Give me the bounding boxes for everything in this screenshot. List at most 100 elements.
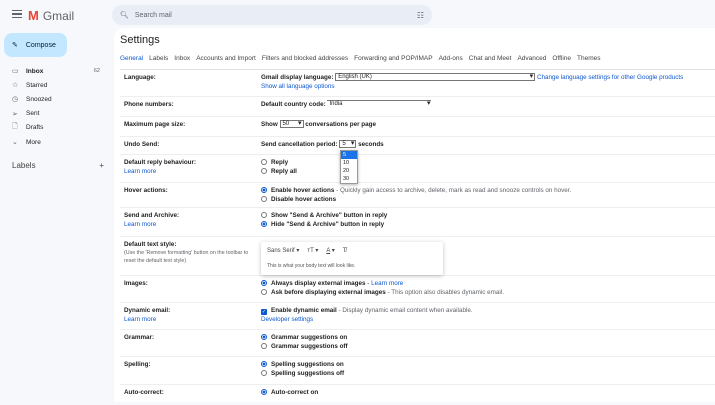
undo-prefix: Send cancellation period:	[261, 141, 338, 148]
tab-accounts[interactable]: Accounts and Import	[196, 55, 256, 62]
undo-period-select[interactable]: 5	[339, 140, 357, 149]
reply-radio[interactable]	[261, 159, 267, 165]
send-icon: ➢	[12, 110, 18, 118]
labels-section: Labels +	[12, 161, 104, 170]
ask-before-description: - This option also disables dynamic emai…	[385, 289, 504, 296]
nav-label: Sent	[26, 110, 40, 118]
settings-rows: Language: Gmail display language: Englis…	[120, 70, 715, 405]
nav-label: More	[26, 138, 41, 146]
dynamic-email-checkbox[interactable]: ✓	[261, 309, 267, 315]
setting-text-style: Default text style: (Use the 'Remove form…	[120, 237, 715, 276]
compose-button[interactable]: ✎ Compose	[4, 33, 67, 57]
grammar-on-option: Grammar suggestions on	[271, 334, 348, 341]
sidebar-item-snoozed[interactable]: ◷ Snoozed	[0, 92, 112, 106]
tab-filters[interactable]: Filters and blocked addresses	[262, 55, 348, 62]
setting-label: Undo Send:	[124, 141, 160, 148]
spelling-on-radio[interactable]	[261, 361, 267, 367]
dropdown-option[interactable]: 10	[341, 159, 357, 167]
autocorrect-on-radio[interactable]	[261, 389, 267, 395]
spelling-off-radio[interactable]	[261, 370, 267, 376]
tab-labels[interactable]: Labels	[149, 55, 168, 62]
nav-label: Inbox	[26, 67, 44, 75]
language-prefix: Gmail display language:	[261, 74, 334, 81]
hover-description: - Quickly gain access to archive, delete…	[334, 187, 572, 194]
page-size-select[interactable]: 50	[279, 120, 304, 129]
dropdown-option[interactable]: 20	[341, 167, 357, 175]
text-preview: This is what your body text will look li…	[267, 263, 356, 269]
disable-hover-radio[interactable]	[261, 196, 267, 202]
show-send-archive-option: Show "Send & Archive" button in reply	[271, 212, 388, 219]
always-display-option: Always display external images	[271, 280, 366, 287]
always-display-radio[interactable]	[261, 280, 267, 286]
sidebar-item-drafts[interactable]: 🗋︎ Drafts	[0, 121, 112, 135]
remove-formatting-icon[interactable]: T̸	[343, 247, 347, 256]
setting-label: Phone numbers:	[124, 101, 174, 108]
main-menu-icon[interactable]	[12, 10, 22, 20]
learn-more-link[interactable]: Learn more	[124, 316, 156, 323]
search-options-icon[interactable]: ☷	[417, 11, 424, 20]
dropdown-option[interactable]: 5	[341, 151, 357, 159]
font-select[interactable]: Sans Serif ▾	[267, 247, 299, 256]
phone-prefix: Default country code:	[261, 101, 326, 108]
sidebar-item-inbox[interactable]: ▭ Inbox 62	[0, 64, 112, 78]
add-label-button[interactable]: +	[99, 161, 104, 170]
tab-offline[interactable]: Offline	[552, 55, 571, 62]
nav-label: Snoozed	[26, 95, 52, 103]
page-size-suffix: conversations per page	[305, 121, 376, 128]
grammar-off-option: Grammar suggestions off	[271, 343, 348, 350]
chevron-down-icon: ⌄	[12, 139, 18, 147]
text-color-select[interactable]: A ▾	[326, 247, 334, 256]
sidebar-item-more[interactable]: ⌄ More	[0, 135, 112, 149]
show-send-archive-radio[interactable]	[261, 212, 267, 218]
setting-send-archive: Send and Archive: Learn more Show "Send &…	[120, 208, 715, 237]
setting-label: Hover actions:	[124, 187, 168, 194]
tab-general[interactable]: General	[120, 55, 143, 62]
enable-hover-option: Enable hover actions	[271, 187, 335, 194]
setting-grammar: Grammar: Grammar suggestions on Grammar s…	[120, 330, 715, 357]
setting-label: Default text style:	[124, 241, 177, 248]
search-input[interactable]: 🔍︎ Search mail ☷	[112, 5, 432, 25]
sidebar-item-sent[interactable]: ➢ Sent	[0, 107, 112, 121]
font-size-icon: тT	[307, 248, 314, 254]
hide-send-archive-radio[interactable]	[261, 221, 267, 227]
enable-hover-radio[interactable]	[261, 187, 267, 193]
change-language-link[interactable]: Change language settings for other Googl…	[537, 74, 683, 81]
grammar-on-radio[interactable]	[261, 334, 267, 340]
tab-addons[interactable]: Add-ons	[439, 55, 463, 62]
setting-autocorrect: Auto-correct: Auto-correct on	[120, 385, 715, 405]
learn-more-link[interactable]: Learn more	[124, 221, 156, 228]
tab-forwarding[interactable]: Forwarding and POP/IMAP	[354, 55, 432, 62]
learn-more-link[interactable]: Learn more	[124, 168, 156, 175]
font-size-select[interactable]: тT ▾	[307, 247, 318, 256]
learn-more-link[interactable]: Learn more	[371, 280, 403, 287]
search-icon[interactable]: 🔍︎	[120, 11, 129, 19]
setting-label: Dynamic email:	[124, 307, 171, 314]
setting-label: Spelling:	[124, 361, 151, 368]
developer-settings-link[interactable]: Developer settings	[261, 316, 313, 323]
tab-chat[interactable]: Chat and Meet	[469, 55, 512, 62]
page-title: Settings	[120, 34, 160, 46]
sidebar-nav: ▭ Inbox 62 ☆ Starred ◷ Snoozed ➢ Sent 🗋︎ Draft…	[0, 64, 112, 149]
setting-label: Auto-correct:	[124, 389, 164, 396]
nav-label: Starred	[26, 81, 48, 89]
text-style-hint: (Use the 'Remove formatting' button on t…	[124, 250, 249, 264]
sidebar-item-starred[interactable]: ☆ Starred	[0, 78, 112, 92]
reply-all-radio[interactable]	[261, 168, 267, 174]
tab-advanced[interactable]: Advanced	[517, 55, 546, 62]
ask-before-radio[interactable]	[261, 289, 267, 295]
setting-phone: Phone numbers: Default country code: Ind…	[120, 97, 715, 117]
ask-before-option: Ask before displaying external images	[271, 289, 386, 296]
grammar-off-radio[interactable]	[261, 343, 267, 349]
tab-inbox[interactable]: Inbox	[174, 55, 190, 62]
gmail-logo[interactable]: M Gmail	[28, 8, 74, 23]
text-color-icon: A	[326, 248, 331, 254]
show-all-languages-link[interactable]: Show all language options	[261, 83, 335, 90]
undo-suffix: seconds	[358, 141, 384, 148]
dropdown-option[interactable]: 30	[341, 175, 357, 183]
spelling-on-option: Spelling suggestions on	[271, 361, 344, 368]
language-select[interactable]: English (UK)	[335, 73, 536, 82]
country-code-select[interactable]: India	[327, 100, 432, 109]
app-name: Gmail	[42, 8, 75, 23]
setting-dynamic-email: Dynamic email: Learn more ✓ Enable dynamic…	[120, 303, 715, 330]
tab-themes[interactable]: Themes	[577, 55, 600, 62]
